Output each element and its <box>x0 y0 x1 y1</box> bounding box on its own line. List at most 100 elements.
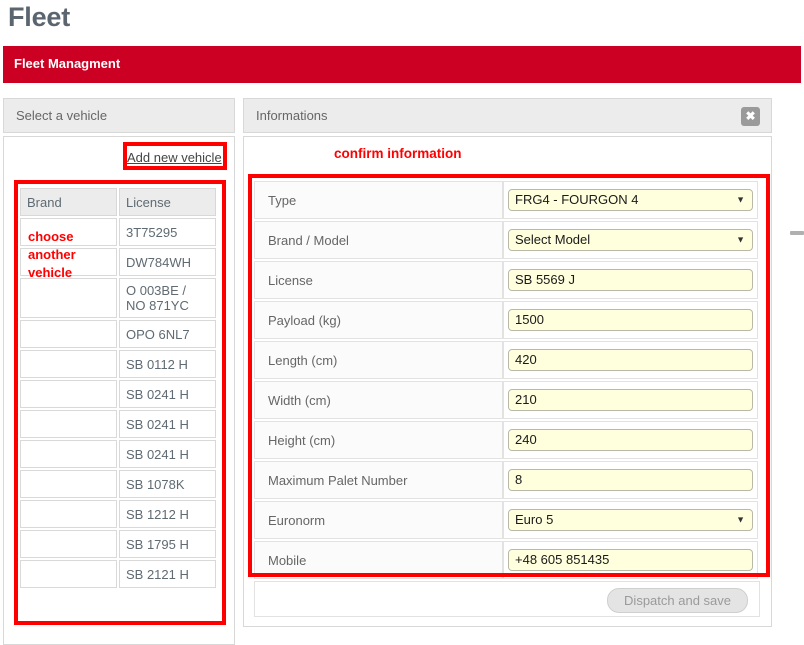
select-vehicle-panel-header: Select a vehicle <box>3 98 235 133</box>
table-row[interactable]: 3T75295 <box>20 218 216 246</box>
cell-brand <box>20 440 117 468</box>
form-row: Euronorm Euro 5 ▼ <box>254 501 760 539</box>
column-header-brand: Brand <box>20 188 117 216</box>
form-row: Mobile +48 605 851435 <box>254 541 760 579</box>
table-row[interactable]: DW784WH <box>20 248 216 276</box>
form-row: Length (cm) 420 <box>254 341 760 379</box>
table-header-row: Brand License <box>20 188 216 216</box>
cell-brand <box>20 560 117 588</box>
form-label: License <box>254 261 503 299</box>
select-brand-model[interactable]: Select Model ▼ <box>508 229 753 251</box>
field-value: +48 605 851435 <box>515 552 610 567</box>
cell-brand <box>20 530 117 558</box>
annotation-confirm-information: confirm information <box>334 146 462 161</box>
form-row: Payload (kg) 1500 <box>254 301 760 339</box>
form-control-cell: 8 <box>503 461 758 499</box>
column-header-license: License <box>119 188 216 216</box>
form-label: Mobile <box>254 541 503 579</box>
input-mobile[interactable]: +48 605 851435 <box>508 549 753 571</box>
cell-brand <box>20 500 117 528</box>
input-maximum-palet-number[interactable]: 8 <box>508 469 753 491</box>
form-row: Width (cm) 210 <box>254 381 760 419</box>
cell-license-text: SB 1212 H <box>126 506 189 522</box>
form-row: License SB 5569 J <box>254 261 760 299</box>
field-value: Select Model <box>515 232 591 247</box>
vehicle-table[interactable]: Brand License 3T75295 DW784WH O 003BE / NO… <box>18 186 218 590</box>
module-bar: Fleet Managment <box>3 46 801 83</box>
field-value: FRG4 - FOURGON 4 <box>515 192 639 207</box>
field-value: 210 <box>515 392 537 407</box>
form-label: Payload (kg) <box>254 301 503 339</box>
form-label: Euronorm <box>254 501 503 539</box>
cell-brand <box>20 350 117 378</box>
form-label: Brand / Model <box>254 221 503 259</box>
vehicle-information-form: Type FRG4 - FOURGON 4 ▼ Brand / Model Select… <box>254 181 760 581</box>
cell-license: SB 0112 H <box>119 350 216 378</box>
select-type[interactable]: FRG4 - FOURGON 4 ▼ <box>508 189 753 211</box>
form-label: Maximum Palet Number <box>254 461 503 499</box>
table-row[interactable]: SB 0241 H <box>20 410 216 438</box>
table-row[interactable]: O 003BE / NO 871YC <box>20 278 216 318</box>
field-value: SB 5569 J <box>515 272 575 287</box>
cell-brand <box>20 320 117 348</box>
cell-license-text: SB 0112 H <box>126 356 188 372</box>
form-label: Type <box>254 181 503 219</box>
form-control-cell: 420 <box>503 341 758 379</box>
cell-license-text: OPO 6NL7 <box>126 326 190 342</box>
form-control-cell: Euro 5 ▼ <box>503 501 758 539</box>
chevron-down-icon: ▼ <box>736 514 745 525</box>
table-row[interactable]: SB 2121 H <box>20 560 216 588</box>
input-width-cm[interactable]: 210 <box>508 389 753 411</box>
informations-panel-title: Informations <box>256 108 328 123</box>
form-label: Length (cm) <box>254 341 503 379</box>
table-row[interactable]: SB 0241 H <box>20 440 216 468</box>
form-control-cell: SB 5569 J <box>503 261 758 299</box>
cell-license: SB 1212 H <box>119 500 216 528</box>
field-value: Euro 5 <box>515 512 554 527</box>
select-euronorm[interactable]: Euro 5 ▼ <box>508 509 753 531</box>
module-bar-label: Fleet Managment <box>14 56 121 71</box>
page-title: Fleet <box>8 2 71 32</box>
cell-brand <box>20 218 117 246</box>
input-license[interactable]: SB 5569 J <box>508 269 753 291</box>
table-row[interactable]: SB 1212 H <box>20 500 216 528</box>
cell-license: O 003BE / NO 871YC <box>119 278 216 318</box>
field-value: 420 <box>515 352 537 367</box>
cell-license: 3T75295 <box>119 218 216 246</box>
input-length-cm[interactable]: 420 <box>508 349 753 371</box>
chevron-down-icon: ▼ <box>736 234 745 245</box>
cell-license-text: SB 1795 H <box>126 536 189 552</box>
close-icon[interactable]: ✖ <box>741 107 760 126</box>
cell-brand <box>20 380 117 408</box>
form-row: Maximum Palet Number 8 <box>254 461 760 499</box>
form-control-cell: +48 605 851435 <box>503 541 758 579</box>
informations-panel-header: Informations ✖ <box>243 98 772 133</box>
table-row[interactable]: SB 1795 H <box>20 530 216 558</box>
cell-license: DW784WH <box>119 248 216 276</box>
table-row[interactable]: SB 0112 H <box>20 350 216 378</box>
input-height-cm[interactable]: 240 <box>508 429 753 451</box>
cell-license: OPO 6NL7 <box>119 320 216 348</box>
cell-license-text: O 003BE / NO 871YC <box>126 283 189 313</box>
cell-license: SB 0241 H <box>119 410 216 438</box>
form-control-cell: Select Model ▼ <box>503 221 758 259</box>
cell-license-text: DW784WH <box>126 254 192 270</box>
table-row[interactable]: SB 0241 H <box>20 380 216 408</box>
form-control-cell: FRG4 - FOURGON 4 ▼ <box>503 181 758 219</box>
edge-fragment <box>790 231 804 235</box>
table-row[interactable]: OPO 6NL7 <box>20 320 216 348</box>
chevron-down-icon: ▼ <box>736 194 745 205</box>
field-value: 240 <box>515 432 537 447</box>
table-row[interactable]: SB 1078K <box>20 470 216 498</box>
cell-license: SB 0241 H <box>119 380 216 408</box>
cell-brand <box>20 410 117 438</box>
cell-license-text: SB 0241 H <box>126 416 189 432</box>
dispatch-and-save-button[interactable]: Dispatch and save <box>607 588 748 613</box>
form-row: Type FRG4 - FOURGON 4 ▼ <box>254 181 760 219</box>
cell-license-text: SB 0241 H <box>126 386 189 402</box>
input-payload-kg[interactable]: 1500 <box>508 309 753 331</box>
add-new-vehicle-link[interactable]: Add new vehicle <box>127 150 222 165</box>
form-row: Brand / Model Select Model ▼ <box>254 221 760 259</box>
field-value: 1500 <box>515 312 544 327</box>
cell-license-text: SB 1078K <box>126 476 185 492</box>
